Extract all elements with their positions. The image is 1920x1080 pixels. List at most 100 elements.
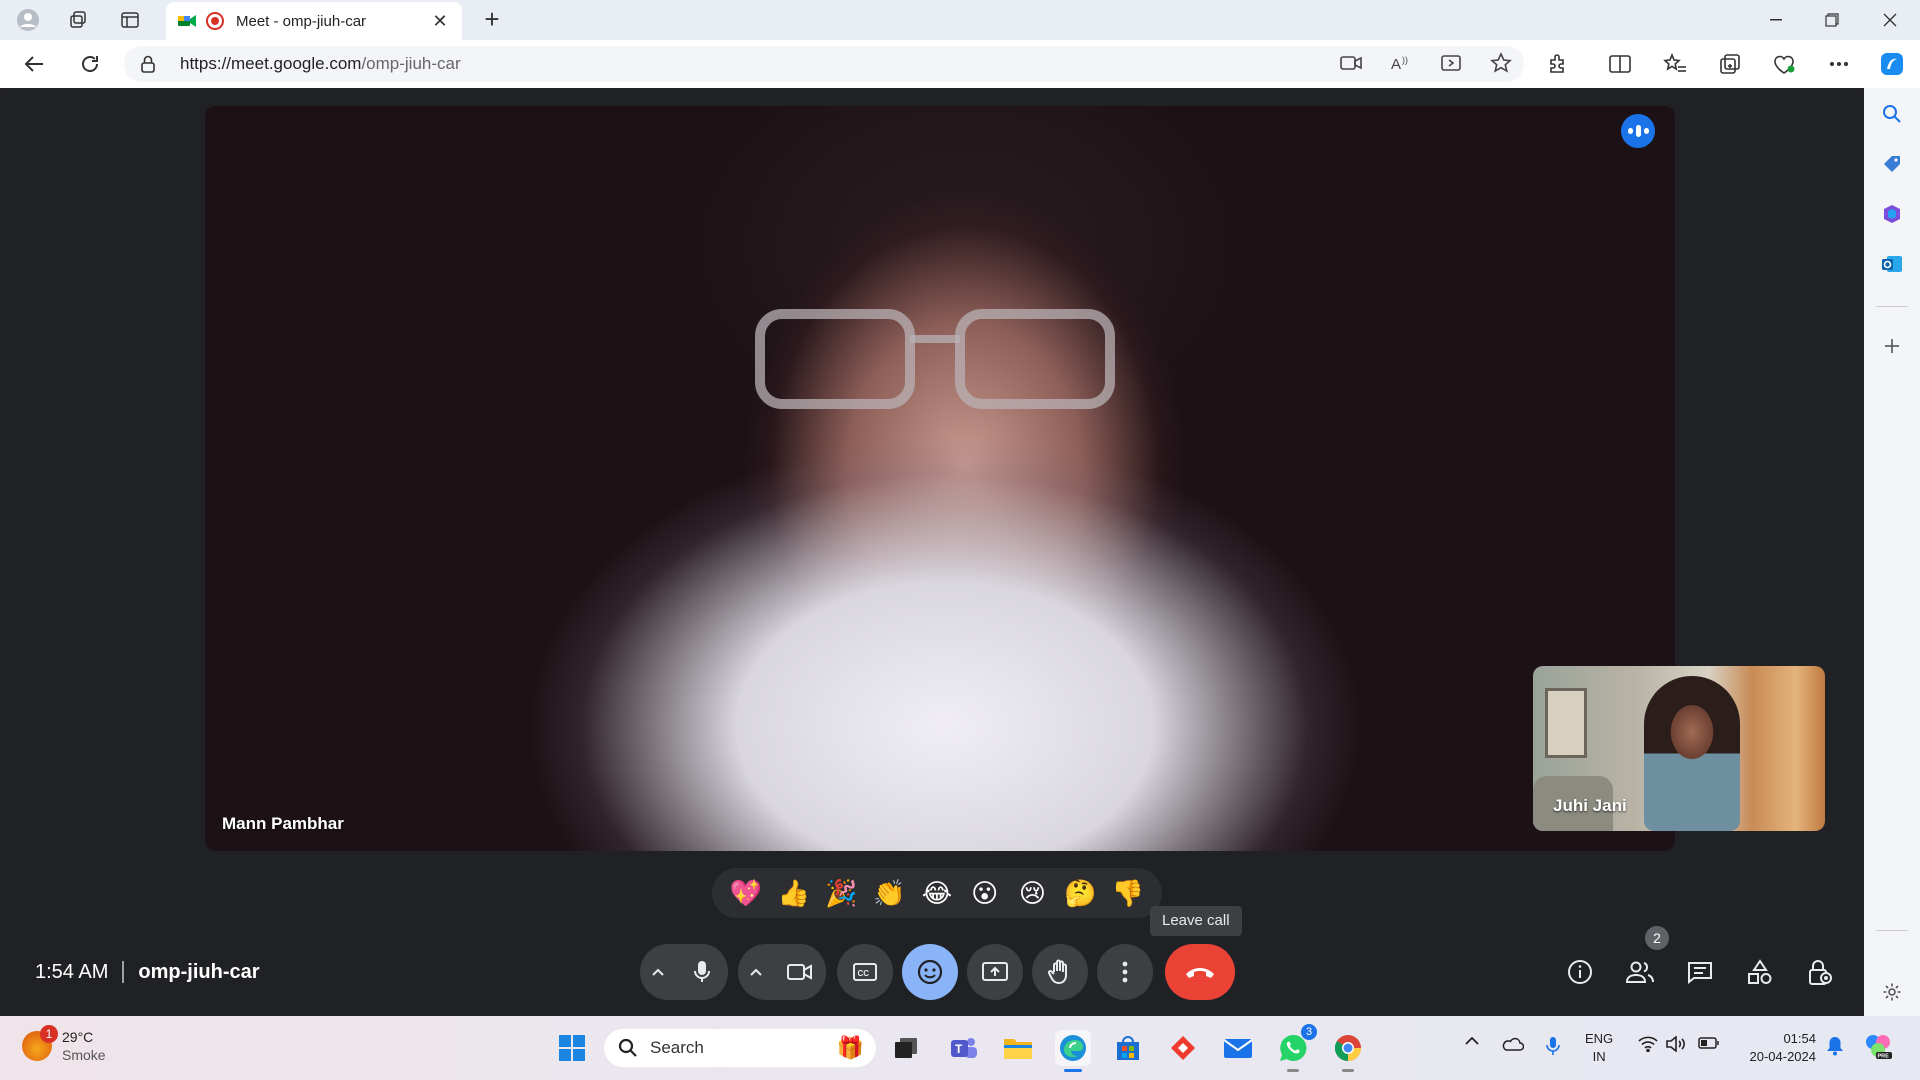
reaction-clap[interactable]: 👏 bbox=[870, 874, 908, 912]
camera-control-group bbox=[738, 944, 826, 1000]
meeting-code: omp-jiuh-car bbox=[138, 960, 260, 983]
raise-hand-button[interactable] bbox=[1032, 944, 1088, 1000]
new-tab-button[interactable]: + bbox=[478, 6, 506, 34]
send-reaction-button[interactable] bbox=[902, 944, 958, 1000]
reaction-thumbs-down[interactable]: 👎 bbox=[1109, 874, 1147, 912]
wifi-icon[interactable] bbox=[1638, 1036, 1658, 1052]
weather-condition: Smoke bbox=[62, 1047, 106, 1063]
edge-browser-icon[interactable] bbox=[1055, 1030, 1091, 1072]
reactions-bar: 💖 👍 🎉 👏 😂 😮 😢 🤔 👎 bbox=[712, 868, 1162, 918]
svg-text:PRE: PRE bbox=[1878, 1054, 1890, 1060]
mic-control-group bbox=[640, 944, 728, 1000]
windows-taskbar: 1 29°C Smoke Search 🎁 T 3 ENG IN 01:54 2… bbox=[0, 1016, 1920, 1080]
camera-button[interactable] bbox=[774, 944, 826, 1000]
divider bbox=[122, 961, 125, 983]
browser-essentials-icon[interactable] bbox=[1770, 50, 1798, 78]
reaction-heart[interactable]: 💖 bbox=[727, 874, 765, 912]
microsoft-store-icon[interactable] bbox=[1110, 1030, 1146, 1066]
leave-call-button[interactable] bbox=[1165, 944, 1235, 1000]
system-clock[interactable]: 01:54 20-04-2024 bbox=[1736, 1030, 1817, 1066]
url-field[interactable]: https://meet.google.com/omp-jiuh-car A)) bbox=[124, 46, 1524, 82]
input-language-indicator[interactable]: ENG IN bbox=[1585, 1030, 1613, 1066]
chat-icon[interactable] bbox=[1678, 950, 1722, 994]
battery-icon[interactable] bbox=[1698, 1036, 1720, 1050]
speaking-indicator-icon bbox=[1621, 114, 1655, 148]
minimize-button[interactable] bbox=[1748, 0, 1804, 40]
onedrive-icon[interactable] bbox=[1500, 1036, 1524, 1052]
reaction-party[interactable]: 🎉 bbox=[822, 874, 860, 912]
outlook-icon[interactable] bbox=[1880, 252, 1904, 276]
shopping-tag-icon[interactable] bbox=[1880, 152, 1904, 176]
task-view-icon[interactable] bbox=[888, 1030, 924, 1066]
search-placeholder: Search bbox=[650, 1038, 704, 1057]
language-code: ENG bbox=[1585, 1031, 1614, 1046]
tab-title: Meet - omp-jiuh-car bbox=[236, 12, 367, 30]
weather-widget[interactable]: 1 29°C Smoke bbox=[22, 1025, 106, 1064]
camera-permission-icon[interactable] bbox=[1340, 52, 1362, 74]
lock-icon[interactable] bbox=[140, 55, 160, 73]
running-indicator bbox=[1287, 1069, 1299, 1072]
url-host: https://meet.google.com bbox=[180, 54, 362, 73]
volume-icon[interactable] bbox=[1666, 1036, 1688, 1052]
vertical-tabs-icon[interactable] bbox=[116, 6, 144, 34]
windows-start-icon[interactable] bbox=[554, 1030, 590, 1066]
workspaces-icon[interactable] bbox=[64, 6, 92, 34]
reaction-thinking[interactable]: 🤔 bbox=[1061, 874, 1099, 912]
search-icon[interactable] bbox=[1880, 102, 1904, 126]
back-button[interactable] bbox=[20, 50, 48, 78]
captions-button[interactable]: CC bbox=[837, 944, 893, 1000]
present-screen-button[interactable] bbox=[967, 944, 1023, 1000]
search-icon bbox=[618, 1038, 638, 1058]
microphone-in-use-icon[interactable] bbox=[1546, 1036, 1560, 1056]
main-video-tile[interactable] bbox=[205, 106, 1675, 851]
whatsapp-icon[interactable]: 3 bbox=[1275, 1024, 1317, 1072]
office-icon[interactable] bbox=[1880, 202, 1904, 226]
anydesk-icon[interactable] bbox=[1165, 1030, 1201, 1066]
close-window-button[interactable] bbox=[1862, 0, 1918, 40]
extensions-icon[interactable] bbox=[1544, 50, 1572, 78]
file-explorer-icon[interactable] bbox=[1000, 1030, 1036, 1066]
video-options-chevron-icon[interactable] bbox=[738, 944, 775, 1000]
activities-icon[interactable] bbox=[1738, 950, 1782, 994]
split-screen-icon[interactable] bbox=[1606, 50, 1634, 78]
leave-call-tooltip: Leave call bbox=[1150, 906, 1242, 936]
reaction-sad[interactable]: 😢 bbox=[1013, 874, 1051, 912]
copilot-preview-icon[interactable]: PRE bbox=[1864, 1032, 1892, 1060]
participant-count-badge: 2 bbox=[1645, 926, 1669, 950]
refresh-button[interactable] bbox=[76, 50, 104, 78]
sidebar-divider bbox=[1876, 930, 1908, 931]
clock-time: 01:54 bbox=[1783, 1031, 1816, 1046]
meeting-details-info-icon[interactable] bbox=[1558, 950, 1602, 994]
reaction-thumbs-up[interactable]: 👍 bbox=[775, 874, 813, 912]
add-icon[interactable] bbox=[1880, 334, 1904, 358]
restore-button[interactable] bbox=[1804, 0, 1860, 40]
more-options-button[interactable] bbox=[1097, 944, 1153, 1000]
audio-options-chevron-icon[interactable] bbox=[640, 944, 677, 1000]
active-tab[interactable]: Meet - omp-jiuh-car ✕ bbox=[166, 2, 462, 40]
copilot-icon[interactable] bbox=[1878, 50, 1906, 78]
reaction-surprised[interactable]: 😮 bbox=[966, 874, 1004, 912]
read-aloud-icon[interactable]: A)) bbox=[1390, 52, 1412, 74]
taskbar-search[interactable]: Search 🎁 bbox=[604, 1029, 876, 1067]
address-bar-row: https://meet.google.com/omp-jiuh-car A)) bbox=[0, 40, 1920, 88]
profile-icon[interactable] bbox=[14, 6, 42, 34]
teams-icon[interactable]: T bbox=[946, 1030, 982, 1066]
favorite-star-icon[interactable] bbox=[1490, 52, 1512, 74]
browser-tab-bar: Meet - omp-jiuh-car ✕ + bbox=[0, 0, 1920, 40]
main-participant-name: Mann Pambhar bbox=[222, 814, 344, 833]
show-hidden-icons-chevron-icon[interactable] bbox=[1464, 1036, 1480, 1046]
settings-gear-icon[interactable] bbox=[1880, 980, 1904, 1004]
mail-icon[interactable] bbox=[1220, 1030, 1256, 1066]
microphone-button[interactable] bbox=[676, 944, 728, 1000]
close-tab-icon[interactable]: ✕ bbox=[430, 11, 450, 32]
more-menu-icon[interactable] bbox=[1825, 50, 1853, 78]
collections-icon[interactable] bbox=[1716, 50, 1744, 78]
favorites-icon[interactable] bbox=[1661, 50, 1689, 78]
weather-temp: 29°C bbox=[62, 1029, 94, 1045]
notifications-bell-icon[interactable] bbox=[1826, 1036, 1844, 1056]
reaction-laugh[interactable]: 😂 bbox=[918, 874, 956, 912]
chrome-icon[interactable] bbox=[1330, 1030, 1366, 1072]
host-controls-icon[interactable] bbox=[1798, 950, 1842, 994]
people-icon[interactable] bbox=[1618, 950, 1662, 994]
app-available-icon[interactable] bbox=[1440, 52, 1462, 74]
